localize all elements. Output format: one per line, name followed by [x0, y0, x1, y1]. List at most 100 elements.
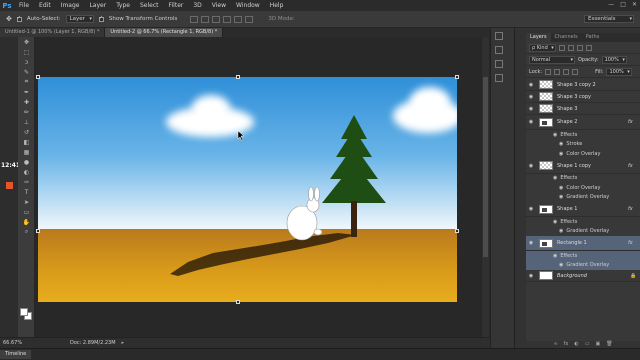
menu-image[interactable]: Image	[56, 2, 85, 9]
move-tool-icon[interactable]: ✥	[6, 15, 12, 23]
close-icon[interactable]: ✕	[632, 1, 637, 8]
effect-row[interactable]: ◉ Gradient Overlay	[526, 227, 640, 237]
dodge-tool-icon[interactable]: ◐	[18, 167, 35, 177]
history-panel-icon[interactable]	[495, 32, 503, 40]
effects-row[interactable]: ◉ Effects	[526, 174, 640, 184]
align-top-icon[interactable]	[190, 15, 199, 23]
layer-name[interactable]: Shape 2	[557, 119, 628, 125]
lock-transparent-icon[interactable]	[545, 68, 552, 75]
canvas-vertical-scrollbar[interactable]	[481, 37, 489, 337]
tab-channels[interactable]: Channels	[551, 33, 582, 42]
transform-handle-bottom[interactable]	[236, 300, 240, 304]
layer-name[interactable]: Rectangle 1	[557, 240, 628, 246]
healing-tool-icon[interactable]: ✚	[18, 97, 35, 107]
effect-eye-icon[interactable]: ◉	[553, 219, 557, 225]
effect-eye-icon[interactable]: ◉	[553, 132, 557, 138]
workspace-dropdown[interactable]: Essentials	[584, 15, 634, 23]
transform-handle-right[interactable]	[455, 229, 459, 233]
brush-tool-icon[interactable]: ✏	[18, 107, 35, 117]
fx-icon[interactable]: fx	[628, 119, 640, 125]
menu-view[interactable]: View	[207, 2, 231, 9]
layer-name[interactable]: Background	[557, 273, 630, 279]
minimize-icon[interactable]: —	[608, 1, 614, 8]
effects-row[interactable]: ◉ Effects	[526, 217, 640, 227]
filter-shape-icon[interactable]	[585, 44, 592, 51]
visibility-eye-icon[interactable]: ◉	[526, 273, 536, 279]
visibility-eye-icon[interactable]: ◉	[526, 106, 536, 112]
opacity-input[interactable]: 100%	[601, 55, 627, 64]
auto-select-dropdown[interactable]: Layer	[65, 15, 94, 23]
layer-row-selected[interactable]: ◉ Rectangle 1 fx	[526, 236, 640, 251]
clone-stamp-tool-icon[interactable]: ⊥	[18, 117, 35, 127]
effect-row[interactable]: ◉ Color Overlay	[526, 183, 640, 193]
tab-paths[interactable]: Paths	[582, 33, 604, 42]
menu-type[interactable]: Type	[111, 2, 135, 9]
layer-row[interactable]: ◉ Shape 1 fx	[526, 202, 640, 217]
tab-layers[interactable]: Layers	[526, 33, 551, 42]
menu-3d[interactable]: 3D	[188, 2, 206, 9]
layer-row[interactable]: ◉ Shape 3 copy	[526, 91, 640, 103]
hand-tool-icon[interactable]: ✋	[18, 217, 35, 227]
filter-pixel-icon[interactable]	[558, 44, 565, 51]
layer-name[interactable]: Shape 1	[557, 206, 628, 212]
effect-eye-icon[interactable]: ◉	[559, 194, 563, 200]
marquee-tool-icon[interactable]: ⬚	[18, 47, 35, 57]
blur-tool-icon[interactable]: ●	[18, 157, 35, 167]
history-brush-tool-icon[interactable]: ↺	[18, 127, 35, 137]
align-right-icon[interactable]	[245, 15, 254, 23]
fill-input[interactable]: 100%	[606, 67, 632, 76]
auto-select-checkbox[interactable]	[16, 15, 22, 22]
effect-eye-icon[interactable]: ◉	[559, 151, 563, 157]
effects-row[interactable]: ◉ Effects	[526, 130, 640, 140]
effect-eye-icon[interactable]: ◉	[553, 175, 557, 181]
effect-eye-icon[interactable]: ◉	[559, 185, 563, 191]
add-mask-icon[interactable]: ◐	[574, 341, 578, 348]
layer-row[interactable]: ◉ Background 🔒	[526, 270, 640, 282]
menu-help[interactable]: Help	[265, 2, 289, 9]
transform-handle-top[interactable]	[236, 75, 240, 79]
effect-row[interactable]: ◉ Color Overlay	[526, 149, 640, 159]
crop-tool-icon[interactable]: ⌗	[18, 77, 35, 87]
new-layer-icon[interactable]: ▣	[595, 341, 600, 348]
effect-row[interactable]: ◉ Stroke	[526, 140, 640, 150]
character-panel-icon[interactable]	[495, 60, 503, 68]
zoom-level[interactable]: 66.67%	[0, 340, 45, 346]
layer-row[interactable]: ◉ Shape 2 fx	[526, 115, 640, 130]
fx-icon[interactable]: fx	[628, 240, 640, 246]
new-group-icon[interactable]: ▭	[585, 341, 590, 348]
doc-tab-untitled-1[interactable]: Untitled-1 @ 100% (Layer 1, RGB/8) *	[0, 28, 106, 37]
align-center-icon[interactable]	[234, 15, 243, 23]
menu-edit[interactable]: Edit	[34, 2, 56, 9]
lock-all-icon[interactable]	[572, 68, 579, 75]
scrollbar-thumb[interactable]	[483, 77, 488, 257]
effect-row[interactable]: ◉ Gradient Overlay	[526, 193, 640, 203]
lock-position-icon[interactable]	[563, 68, 570, 75]
menu-layer[interactable]: Layer	[84, 2, 111, 9]
visibility-eye-icon[interactable]: ◉	[526, 206, 536, 212]
path-select-tool-icon[interactable]: ➤	[18, 197, 35, 207]
type-tool-icon[interactable]: T	[18, 187, 35, 197]
quick-select-tool-icon[interactable]: ✎	[18, 67, 35, 77]
layer-row[interactable]: ◉ Shape 1 copy fx	[526, 159, 640, 174]
visibility-eye-icon[interactable]: ◉	[526, 119, 536, 125]
layer-name[interactable]: Shape 3 copy	[557, 94, 640, 100]
layer-name[interactable]: Shape 3	[557, 106, 640, 112]
transform-handle-left[interactable]	[36, 229, 40, 233]
effect-eye-icon[interactable]: ◉	[559, 141, 563, 147]
layer-name[interactable]: Shape 3 copy 2	[557, 82, 640, 88]
document-canvas[interactable]	[38, 77, 457, 302]
shape-tool-icon[interactable]: ▭	[18, 207, 35, 217]
add-style-icon[interactable]: fx	[564, 341, 569, 348]
status-menu-icon[interactable]: ▸	[116, 340, 125, 346]
transform-handle-top-right[interactable]	[455, 75, 459, 79]
layer-row[interactable]: ◉ Shape 3	[526, 103, 640, 115]
gradient-tool-icon[interactable]: ▦	[18, 147, 35, 157]
effects-row[interactable]: ◉ Effects	[526, 251, 640, 261]
foreground-color-swatch[interactable]	[20, 308, 28, 316]
lasso-tool-icon[interactable]: ↄ	[18, 57, 35, 67]
align-middle-icon[interactable]	[201, 15, 210, 23]
visibility-eye-icon[interactable]: ◉	[526, 240, 536, 246]
blend-mode-dropdown[interactable]: Normal	[529, 55, 575, 64]
menu-file[interactable]: File	[14, 2, 34, 9]
lock-pixels-icon[interactable]	[554, 68, 561, 75]
